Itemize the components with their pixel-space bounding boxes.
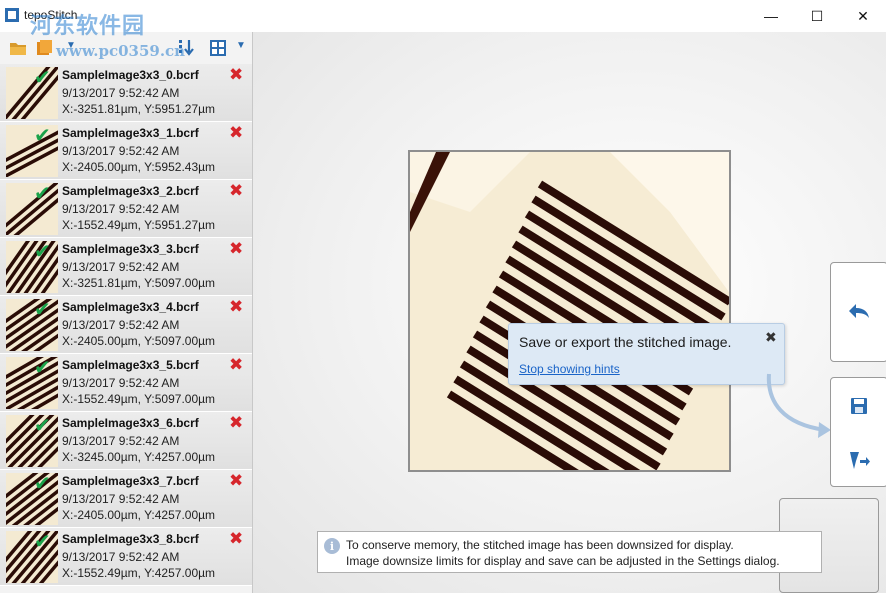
undo-panel [830, 262, 886, 362]
grid-view-icon[interactable] [208, 38, 228, 58]
hint-pointer-arrow-icon [766, 373, 831, 438]
file-list-item[interactable]: ✔ SampleImage3x3_5.bcrf 9/13/2017 9:52:42 … [0, 354, 252, 412]
file-name: SampleImage3x3_6.bcrf [62, 416, 199, 430]
check-icon: ✔ [34, 125, 51, 147]
remove-file-icon[interactable]: ✖ [229, 530, 243, 548]
info-message-line-2: Image downsize limits for display and sa… [346, 554, 780, 568]
watermark-url: www.pc0359.cn [56, 42, 186, 60]
file-position: X:-2405.00µm, Y:5097.00µm [62, 334, 216, 348]
app-icon [5, 8, 19, 22]
file-list-item[interactable]: ✔ SampleImage3x3_4.bcrf 9/13/2017 9:52:42 … [0, 296, 252, 354]
file-list-item[interactable]: ✔ SampleImage3x3_7.bcrf 9/13/2017 9:52:42 … [0, 470, 252, 528]
save-icon [851, 398, 867, 414]
hint-tooltip: Save or export the stitched image. Stop … [508, 323, 785, 385]
check-icon: ✔ [34, 67, 51, 89]
file-date: 9/13/2017 9:52:42 AM [62, 434, 180, 448]
file-list: ✔ SampleImage3x3_0.bcrf 9/13/2017 9:52:42 … [0, 64, 252, 586]
file-date: 9/13/2017 9:52:42 AM [62, 260, 180, 274]
view-dropdown-icon[interactable]: ▼ [236, 40, 246, 51]
file-date: 9/13/2017 9:52:42 AM [62, 550, 180, 564]
file-list-item[interactable]: ✔ SampleImage3x3_6.bcrf 9/13/2017 9:52:42 … [0, 412, 252, 470]
file-date: 9/13/2017 9:52:42 AM [62, 318, 180, 332]
remove-file-icon[interactable]: ✖ [229, 472, 243, 490]
file-list-item[interactable]: ✔ SampleImage3x3_1.bcrf 9/13/2017 9:52:42 … [0, 122, 252, 180]
check-icon: ✔ [34, 415, 51, 437]
file-sidebar: ▼ ▼ ✔ SampleImage3x3_0.bcrf 9/13/2017 9:52… [0, 32, 253, 593]
file-position: X:-2405.00µm, Y:5952.43µm [62, 160, 216, 174]
file-name: SampleImage3x3_2.bcrf [62, 184, 199, 198]
file-date: 9/13/2017 9:52:42 AM [62, 144, 180, 158]
add-files-icon[interactable] [34, 38, 54, 58]
remove-file-icon[interactable]: ✖ [229, 240, 243, 258]
check-icon: ✔ [34, 183, 51, 205]
hint-close-icon[interactable]: ✖ [765, 329, 777, 346]
export-icon [850, 452, 870, 469]
remove-file-icon[interactable]: ✖ [229, 182, 243, 200]
file-name: SampleImage3x3_8.bcrf [62, 532, 199, 546]
export-button[interactable] [844, 446, 874, 474]
check-icon: ✔ [34, 357, 51, 379]
save-export-panel [830, 377, 886, 487]
file-date: 9/13/2017 9:52:42 AM [62, 492, 180, 506]
remove-file-icon[interactable]: ✖ [229, 298, 243, 316]
remove-file-icon[interactable]: ✖ [229, 66, 243, 84]
check-icon: ✔ [34, 531, 51, 553]
remove-file-icon[interactable]: ✖ [229, 124, 243, 142]
remove-file-icon[interactable]: ✖ [229, 356, 243, 374]
file-name: SampleImage3x3_3.bcrf [62, 242, 199, 256]
save-button[interactable] [844, 392, 874, 420]
memory-info-bar: i To conserve memory, the stitched image… [317, 531, 822, 573]
open-folder-icon[interactable] [8, 38, 28, 58]
info-message-line-1: To conserve memory, the stitched image h… [346, 538, 734, 552]
undo-icon [849, 304, 869, 318]
file-position: X:-3251.81µm, Y:5097.00µm [62, 276, 216, 290]
file-position: X:-3251.81µm, Y:5951.27µm [62, 102, 216, 116]
stitched-image-graphic [410, 152, 729, 470]
file-list-item[interactable]: ✔ SampleImage3x3_2.bcrf 9/13/2017 9:52:42 … [0, 180, 252, 238]
undo-button[interactable] [844, 297, 874, 325]
watermark-logo: 河东软件园 [30, 13, 146, 39]
info-icon: i [324, 538, 340, 554]
file-list-item[interactable]: ✔ SampleImage3x3_8.bcrf 9/13/2017 9:52:42 … [0, 528, 252, 586]
check-icon: ✔ [34, 241, 51, 263]
file-position: X:-2405.00µm, Y:4257.00µm [62, 508, 216, 522]
file-name: SampleImage3x3_0.bcrf [62, 68, 199, 82]
file-name: SampleImage3x3_7.bcrf [62, 474, 199, 488]
check-icon: ✔ [34, 473, 51, 495]
stop-showing-hints-link[interactable]: Stop showing hints [519, 362, 620, 376]
remove-file-icon[interactable]: ✖ [229, 414, 243, 432]
file-list-item[interactable]: ✔ SampleImage3x3_0.bcrf 9/13/2017 9:52:42 … [0, 64, 252, 122]
file-position: X:-1552.49µm, Y:4257.00µm [62, 566, 216, 580]
file-date: 9/13/2017 9:52:42 AM [62, 376, 180, 390]
main-canvas: Save or export the stitched image. Stop … [253, 32, 886, 593]
file-name: SampleImage3x3_1.bcrf [62, 126, 199, 140]
file-list-item[interactable]: ✔ SampleImage3x3_3.bcrf 9/13/2017 9:52:42 … [0, 238, 252, 296]
close-button[interactable]: ✕ [840, 0, 886, 32]
file-position: X:-1552.49µm, Y:5951.27µm [62, 218, 216, 232]
file-name: SampleImage3x3_5.bcrf [62, 358, 199, 372]
file-position: X:-1552.49µm, Y:5097.00µm [62, 392, 216, 406]
file-position: X:-3245.00µm, Y:4257.00µm [62, 450, 216, 464]
stitched-image[interactable] [408, 150, 731, 472]
minimize-button[interactable]: — [748, 0, 794, 32]
maximize-button[interactable]: ☐ [794, 0, 840, 32]
file-name: SampleImage3x3_4.bcrf [62, 300, 199, 314]
check-icon: ✔ [34, 299, 51, 321]
file-date: 9/13/2017 9:52:42 AM [62, 202, 180, 216]
hint-text: Save or export the stitched image. [519, 334, 732, 350]
file-date: 9/13/2017 9:52:42 AM [62, 86, 180, 100]
